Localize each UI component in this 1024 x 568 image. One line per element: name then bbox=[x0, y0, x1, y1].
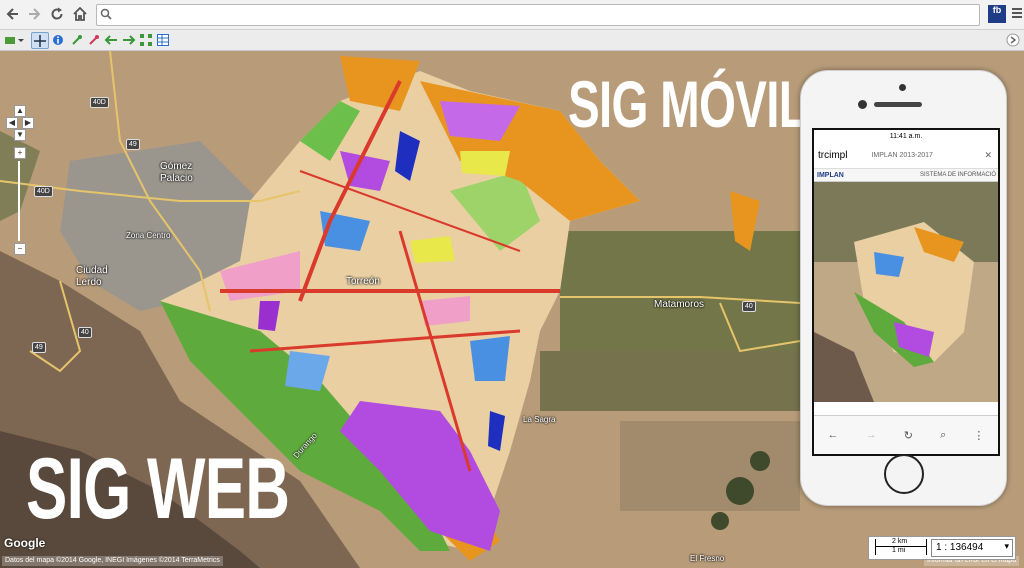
zoom-slider[interactable] bbox=[18, 161, 20, 241]
address-bar[interactable] bbox=[96, 4, 980, 26]
more-icon[interactable]: ⋮ bbox=[973, 429, 984, 442]
speaker-grille bbox=[874, 102, 922, 107]
map-navigation-control: ▲ ◀ ▶ ▼ + − bbox=[6, 105, 34, 255]
map-label-zona-centro: Zona Centro bbox=[126, 231, 171, 240]
phone-status-bar: 11:41 a.m. bbox=[814, 130, 998, 142]
scale-mi-label: 1 mi bbox=[892, 547, 906, 554]
route-shield: 40 bbox=[78, 327, 92, 338]
phone-app-header: IMPLAN SISTEMA DE INFORMACIÓ bbox=[814, 169, 998, 182]
back-arrow-icon[interactable] bbox=[3, 4, 23, 24]
zoom-in-tool-icon[interactable] bbox=[69, 32, 85, 47]
browser-toolbar: fb bbox=[0, 0, 1024, 30]
pan-control[interactable]: ▲ ◀ ▶ ▼ bbox=[6, 105, 34, 141]
phone-header-text: SISTEMA DE INFORMACIÓ bbox=[919, 172, 996, 178]
phone-map-thumbnail[interactable] bbox=[814, 182, 998, 402]
full-extent-icon[interactable] bbox=[138, 32, 154, 47]
route-shield: 49 bbox=[32, 342, 46, 353]
previous-extent-icon[interactable] bbox=[103, 32, 119, 47]
pan-left-icon[interactable]: ◀ bbox=[6, 117, 18, 129]
reload-icon[interactable] bbox=[47, 4, 67, 24]
scale-ratio-select[interactable]: 1 : 136494 ▾ bbox=[931, 539, 1013, 557]
map-label-ciudad-lerdo: Ciudad Lerdo bbox=[76, 265, 108, 288]
scale-km-label: 2 km bbox=[892, 538, 908, 545]
scale-ratio-value: 1 : 136494 bbox=[936, 542, 984, 553]
url-input[interactable] bbox=[115, 6, 969, 24]
pan-up-icon[interactable]: ▲ bbox=[14, 105, 26, 117]
map-label-el-fresno: El Fresno bbox=[690, 554, 725, 563]
phone-nav-bar: ← → ↻ ⌕ ⋮ bbox=[814, 415, 998, 454]
table-view-icon[interactable] bbox=[155, 32, 171, 47]
zoom-out-tool-icon[interactable] bbox=[86, 32, 102, 47]
back-icon[interactable]: ← bbox=[828, 429, 839, 441]
map-label-la-sagra: La Sagra bbox=[523, 415, 556, 424]
map-label-matamoros: Matamoros bbox=[654, 299, 705, 310]
phone-mockup: 11:41 a.m. trcimpl IMPLAN 2013-2017 ✕ IM… bbox=[800, 70, 1007, 506]
map-label-torreon: Torreón bbox=[346, 276, 380, 287]
headline-sig-movil: SIG MÓVIL bbox=[568, 67, 808, 141]
route-shield: 40D bbox=[90, 97, 109, 108]
next-extent-icon[interactable] bbox=[121, 32, 137, 47]
info-tool-icon[interactable] bbox=[50, 32, 66, 47]
phone-screen: 11:41 a.m. trcimpl IMPLAN 2013-2017 ✕ IM… bbox=[812, 128, 1000, 456]
map-toolbar bbox=[0, 30, 1024, 51]
magnifier-icon bbox=[100, 7, 112, 25]
home-icon[interactable] bbox=[70, 4, 90, 24]
hamburger-menu-icon[interactable] bbox=[1012, 6, 1022, 20]
scale-box: 2 km 1 mi 1 : 136494 ▾ bbox=[868, 536, 1016, 560]
pan-tool-icon[interactable] bbox=[31, 32, 49, 49]
phone-page-title: IMPLAN 2013-2017 bbox=[871, 151, 933, 159]
front-camera-icon bbox=[899, 84, 906, 91]
pan-down-icon[interactable]: ▼ bbox=[14, 129, 26, 141]
forward-icon[interactable]: → bbox=[866, 429, 877, 441]
route-shield: 49 bbox=[126, 139, 140, 150]
search-icon[interactable]: ⌕ bbox=[940, 429, 946, 442]
map-label-gomez-palacio: Gómez Palacio bbox=[160, 161, 193, 184]
route-shield: 40 bbox=[742, 301, 756, 312]
toolbar-scroll-icon[interactable] bbox=[1006, 33, 1020, 52]
zoom-out-button[interactable]: − bbox=[14, 243, 26, 255]
map-attribution: Datos del mapa ©2014 Google, INEGI Imáge… bbox=[2, 556, 223, 566]
layers-dropdown-icon[interactable] bbox=[3, 32, 25, 47]
scale-bar: 2 km 1 mi bbox=[875, 538, 927, 555]
extension-label: fb bbox=[992, 5, 1002, 15]
route-shield: 40D bbox=[34, 186, 53, 197]
reload-icon[interactable]: ↻ bbox=[904, 429, 913, 442]
chevron-down-icon: ▾ bbox=[1004, 541, 1009, 551]
home-button[interactable] bbox=[884, 454, 924, 494]
extension-fb-icon[interactable]: fb bbox=[988, 5, 1006, 23]
zoom-in-button[interactable]: + bbox=[14, 147, 26, 159]
phone-url-short[interactable]: trcimpl bbox=[818, 150, 847, 161]
pan-right-icon[interactable]: ▶ bbox=[22, 117, 34, 129]
google-logo: Google bbox=[4, 536, 46, 550]
forward-arrow-icon[interactable] bbox=[24, 4, 44, 24]
phone-tab-bar: trcimpl IMPLAN 2013-2017 ✕ bbox=[814, 142, 998, 169]
close-icon[interactable]: ✕ bbox=[984, 150, 992, 161]
status-time: 11:41 a.m. bbox=[889, 132, 923, 140]
headline-sig-web: SIG WEB bbox=[26, 441, 290, 537]
sensor-icon bbox=[858, 100, 867, 109]
implan-logo: IMPLAN bbox=[817, 171, 844, 179]
